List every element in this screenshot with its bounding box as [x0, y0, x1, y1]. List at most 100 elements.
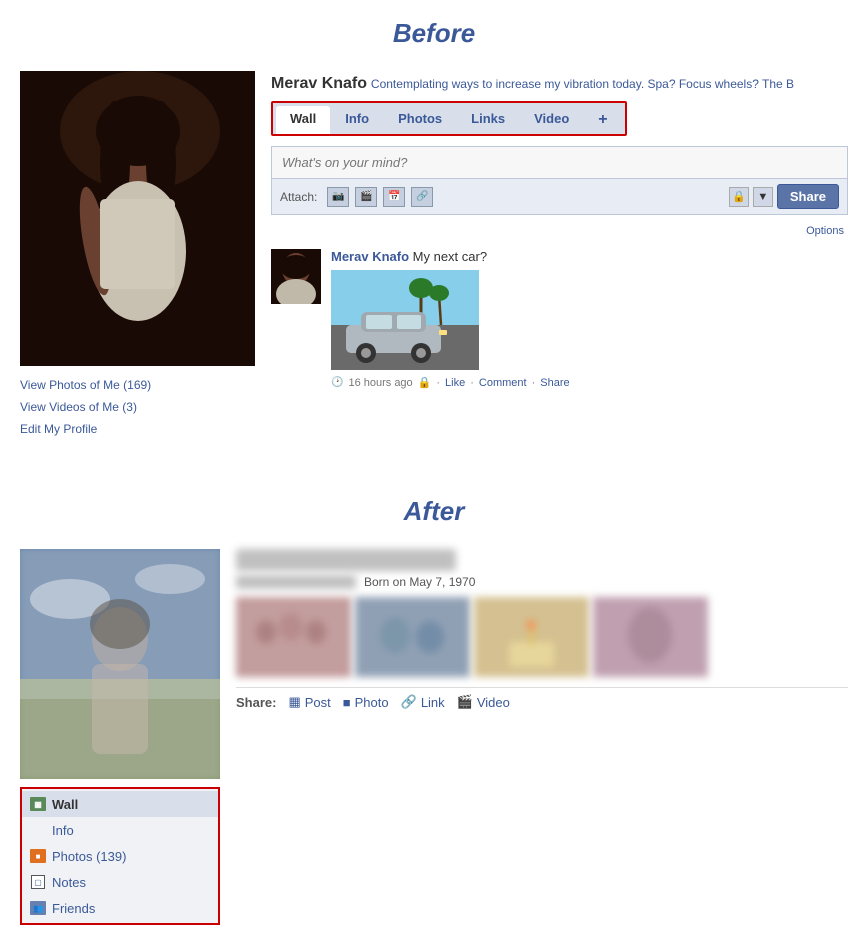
attach-calendar-icon[interactable]: 📅 [383, 187, 405, 207]
photo-thumb-3[interactable] [474, 597, 589, 677]
before-profile-right: Merav Knafo Contemplating ways to increa… [271, 71, 848, 448]
after-right: Born on May 7, 1970 [236, 549, 848, 925]
post-avatar [271, 249, 321, 304]
share-button[interactable]: Share [777, 184, 839, 209]
thumb-3-svg [474, 597, 589, 677]
profile-name-bar: Merav Knafo Contemplating ways to increa… [271, 71, 848, 101]
profile-photo-img [20, 71, 255, 366]
after-left: ▦ Wall Info ■ Photos (139) ▢ [20, 549, 220, 925]
wall-icon: ▦ [30, 796, 46, 812]
sidebar-item-friends[interactable]: 👥 Friends [22, 895, 218, 921]
profile-status: Contemplating ways to increase my vibrat… [371, 77, 794, 91]
share-btn-area: 🔒 ▼ Share [729, 184, 839, 209]
share-link-item[interactable]: 🔗 Link [401, 694, 445, 710]
car-image-svg [331, 270, 479, 370]
after-title: After [20, 478, 848, 539]
post-like-link[interactable]: Like [445, 377, 465, 389]
photo-thumb-2[interactable] [355, 597, 470, 677]
dropdown-arrow-icon[interactable]: ▼ [753, 187, 773, 207]
tab-info[interactable]: Info [331, 106, 383, 134]
post-time: 16 hours ago [348, 377, 412, 389]
before-profile-area: View Photos of Me (169) View Videos of M… [20, 61, 848, 448]
lock-icon[interactable]: 🔒 [729, 187, 749, 207]
after-born-label: Born on May 7, 1970 [364, 575, 475, 589]
share-post-item[interactable]: ▦ Post [288, 694, 330, 710]
sidebar-wall-label: Wall [52, 797, 78, 812]
dot-separator-1: · [436, 377, 440, 389]
photo-icon: ■ [30, 848, 46, 864]
sidebar-notes-label: Notes [52, 875, 86, 890]
thumb-4-svg [593, 597, 708, 677]
dot-separator-3: · [532, 377, 536, 389]
attach-label: Attach: [280, 190, 317, 204]
profile-name: Merav Knafo [271, 75, 367, 92]
photo-thumb-4[interactable] [593, 597, 708, 677]
after-section: After [0, 478, 868, 945]
share-video-item[interactable]: 🎬 Video [457, 694, 510, 710]
post-text-content: My next car? [413, 249, 487, 264]
sidebar-item-photos[interactable]: ■ Photos (139) [22, 843, 218, 869]
link-share-icon: 🔗 [401, 694, 417, 710]
before-title: Before [20, 0, 848, 61]
attach-bar: Attach: 📷 🎬 📅 🔗 🔒 ▼ Share [272, 178, 847, 214]
tab-wall[interactable]: Wall [276, 106, 330, 134]
sidebar-item-notes[interactable]: ▢ Notes [22, 869, 218, 895]
after-status-bar: Born on May 7, 1970 [236, 575, 848, 589]
after-profile-photo [20, 549, 220, 779]
after-relationship-blurred [236, 575, 356, 589]
sidebar-photos-label: Photos (139) [52, 849, 126, 864]
wall-input[interactable] [272, 147, 847, 178]
photo-share-icon: ■ [343, 695, 351, 710]
post-privacy-icon: 🔒 [418, 376, 432, 389]
after-profile-area: ▦ Wall Info ■ Photos (139) ▢ [20, 539, 848, 925]
post-avatar-img [271, 249, 321, 304]
tab-video[interactable]: Video [520, 106, 583, 134]
after-photos-grid [236, 597, 848, 677]
sidebar-friends-label: Friends [52, 901, 95, 916]
attach-photo-icon[interactable]: 📷 [327, 187, 349, 207]
info-icon [30, 822, 46, 838]
post-car-image [331, 270, 479, 370]
tab-plus[interactable]: + [584, 106, 621, 134]
post-meta: 🕑 16 hours ago 🔒 · Like · Comment · Shar… [331, 376, 848, 389]
tabs-container-before: Wall Info Photos Links Video + [271, 101, 627, 136]
wall-input-box: Attach: 📷 🎬 📅 🔗 🔒 ▼ Share [271, 146, 848, 215]
tab-photos[interactable]: Photos [384, 106, 456, 134]
view-photos-link[interactable]: View Photos of Me (169) [20, 374, 255, 396]
after-share-bar: Share: ▦ Post ■ Photo 🔗 Link 🎬 Video [236, 687, 848, 716]
photo-thumb-1[interactable] [236, 597, 351, 677]
thumb-2-svg [355, 597, 470, 677]
after-name-bar: Born on May 7, 1970 [236, 549, 848, 589]
edit-profile-link[interactable]: Edit My Profile [20, 418, 255, 440]
dot-separator-2: · [470, 377, 474, 389]
video-share-icon: 🎬 [457, 694, 473, 710]
post-time-icon: 🕑 [331, 377, 343, 388]
attach-link-icon[interactable]: 🔗 [411, 187, 433, 207]
tab-links[interactable]: Links [457, 106, 519, 134]
options-link[interactable]: Options [271, 223, 848, 239]
post-comment-link[interactable]: Comment [479, 377, 527, 389]
after-name-blurred [236, 549, 456, 571]
view-videos-link[interactable]: View Videos of Me (3) [20, 396, 255, 418]
share-photo-item[interactable]: ■ Photo [343, 695, 389, 710]
before-profile-left: View Photos of Me (169) View Videos of M… [20, 71, 255, 448]
notes-icon: ▢ [30, 874, 46, 890]
post-author: Merav Knafo [331, 249, 409, 264]
sidebar-item-info[interactable]: Info [22, 817, 218, 843]
profile-photo-before [20, 71, 255, 366]
friends-icon: 👥 [30, 900, 46, 916]
post-content: Merav Knafo My next car? [331, 249, 848, 389]
post-area: Merav Knafo My next car? [271, 239, 848, 399]
after-sidebar: ▦ Wall Info ■ Photos (139) ▢ [20, 787, 220, 925]
before-section: Before [0, 0, 868, 478]
post-share-link[interactable]: Share [540, 377, 569, 389]
profile-links: View Photos of Me (169) View Videos of M… [20, 366, 255, 448]
post-share-icon: ▦ [288, 694, 300, 710]
person-silhouette-before [20, 71, 255, 366]
share-label: Share: [236, 695, 276, 710]
after-profile-svg [20, 549, 220, 779]
sidebar-item-wall[interactable]: ▦ Wall [22, 791, 218, 817]
thumb-1-svg [236, 597, 351, 677]
sidebar-info-label: Info [52, 823, 74, 838]
attach-video-icon[interactable]: 🎬 [355, 187, 377, 207]
